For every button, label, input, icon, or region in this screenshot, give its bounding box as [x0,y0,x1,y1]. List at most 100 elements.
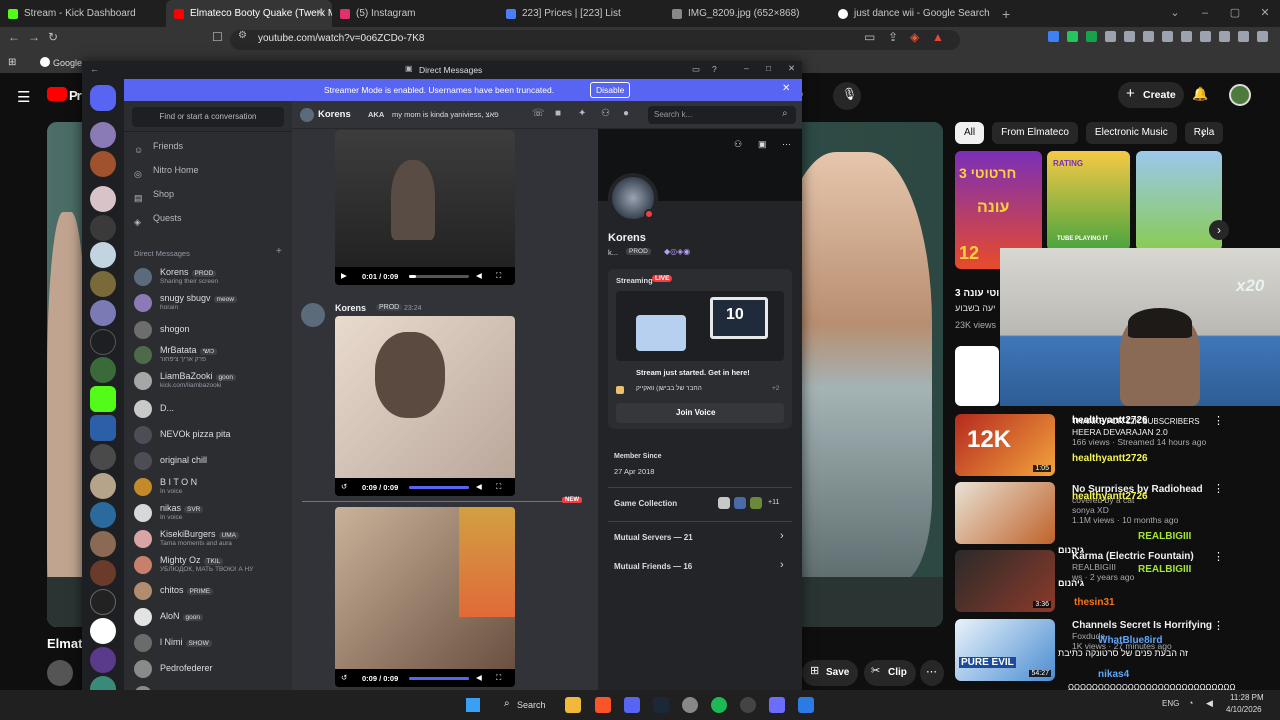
mutual-servers-row[interactable]: Mutual Servers — 21 › [608,526,792,548]
dm-row[interactable]: MrBatata כושי פרק אריך ציפחור [134,344,284,366]
video-attachment[interactable]: ↺ 0:09 / 0:09 ◀ ⛶ [335,316,515,496]
network-icon[interactable]: ◔ [1188,698,1193,708]
server-icon[interactable] [90,329,116,355]
play-icon[interactable]: ▶ [341,271,347,280]
browser-tab[interactable]: Stream - Kick Dashboard [0,0,166,27]
dm-row[interactable]: chitos PRIME [134,580,284,602]
dm-row[interactable]: original chill [134,450,284,472]
volume-icon[interactable]: ◀ [476,673,482,682]
browser-tab-active[interactable]: Elmateco Booty Quake (Twerk M ✕ [166,0,332,27]
app-icon[interactable] [769,697,785,713]
app-icon[interactable] [682,697,698,713]
dm-row[interactable]: AloN goon [134,606,284,628]
nav-shop[interactable]: ▤ Shop [134,188,174,203]
close-window-icon[interactable]: ✕ [1250,0,1280,27]
dm-row[interactable]: Korens PROD Sharing their screen [134,266,284,288]
server-icon[interactable] [90,415,116,441]
profile-icon[interactable]: ● [623,108,629,119]
fullscreen-icon[interactable]: ⛶ [496,482,501,492]
server-icon[interactable] [90,242,116,268]
rec-thumbnail[interactable]: PURE EVIL 54:27 [955,619,1055,681]
video-attachment[interactable]: ▶ 0:01 / 0:09 ◀ ⛶ [335,130,515,285]
server-icon[interactable] [90,300,116,326]
dm-row[interactable]: l Nimi SHOW [134,632,284,654]
rewards-icon[interactable]: ▲ [932,30,944,44]
extension-icon[interactable] [1124,31,1135,42]
clock-time[interactable]: 11:28 PM [1230,693,1264,702]
dm-row[interactable]: Pedrofederer [134,658,284,680]
app-icon[interactable] [798,697,814,713]
brave-icon[interactable] [595,697,611,713]
inbox-icon[interactable]: ▭ [692,64,700,75]
server-icon[interactable] [90,589,116,615]
youtube-logo-icon[interactable] [47,87,67,101]
chips-next-icon[interactable]: › [1201,127,1205,141]
minimize-icon[interactable]: – [1190,0,1220,27]
disable-button[interactable]: Disable [590,82,631,98]
dm-row[interactable]: LiamBaZooki goon kick.com/liambazooki [134,370,284,392]
dm-row[interactable]: D... [134,398,284,420]
replay-icon[interactable]: ↺ [341,673,347,682]
replay-icon[interactable]: ↺ [341,482,347,491]
avatar[interactable] [1229,84,1251,106]
close-tab-icon[interactable]: ✕ [316,8,324,19]
extension-icon[interactable] [1048,31,1059,42]
channel-name[interactable]: Elmat [47,636,82,651]
maximize-icon[interactable]: □ [766,63,771,73]
volume-icon[interactable]: ◀ [476,271,482,280]
dm-row[interactable]: NEVOk pizza pita [134,424,284,446]
steam-icon[interactable] [653,697,669,713]
server-icon[interactable] [90,502,116,528]
avatar[interactable] [301,303,325,327]
back-icon[interactable]: ← [90,64,99,74]
cast-icon[interactable]: ▭ [864,30,875,44]
server-icon[interactable] [90,271,116,297]
spotify-icon[interactable] [711,697,727,713]
browser-tab[interactable]: (5) Instagram [332,0,498,27]
server-icon[interactable] [90,357,116,383]
extension-icon[interactable] [1181,31,1192,42]
chat-search-input[interactable]: Search k... ⌕ [648,106,796,124]
rec-thumbnail[interactable] [955,346,999,406]
minimize-icon[interactable]: – [744,63,749,73]
fullscreen-icon[interactable]: ⛶ [496,673,501,683]
bookmark-icon[interactable]: ☐ [212,30,223,44]
close-icon[interactable]: ✕ [788,63,795,74]
nav-nitro[interactable]: ◎ Nitro Home [134,164,199,179]
kick-server-icon[interactable] [90,386,116,412]
chip-all[interactable]: All [955,122,985,144]
reload-icon[interactable]: ↻ [48,30,58,44]
dm-row[interactable]: nikas SVR In voice [134,502,284,524]
server-icon[interactable] [90,122,116,148]
channel-avatar[interactable] [47,660,73,686]
stream-preview[interactable]: 10 [616,291,784,361]
extension-icon[interactable] [1200,31,1211,42]
nav-quests[interactable]: ◈ Quests [134,212,182,227]
server-icon[interactable] [90,560,116,586]
rec-thumbnail[interactable]: 12K 1:05 [955,414,1055,476]
video-call-icon[interactable]: ■ [555,108,561,119]
discord-icon[interactable] [624,697,640,713]
brave-shield-icon[interactable]: ◈ [910,30,919,44]
dm-row[interactable]: KisekiBurgers UMA Tama moments and aura [134,528,284,550]
chip-from-channel[interactable]: From Elmateco [992,122,1078,144]
video-progress[interactable] [409,677,469,680]
close-banner-icon[interactable]: ✕ [782,83,790,94]
server-icon[interactable] [90,186,116,212]
extension-icon[interactable] [1162,31,1173,42]
save-button[interactable]: ⊞ Save [802,660,858,686]
find-conversation-input[interactable]: Find or start a conversation [132,107,284,127]
volume-icon[interactable]: ◀ [476,482,482,491]
tab-list-icon[interactable]: ⌄ [1160,0,1190,27]
browser-tab[interactable]: 223] Prices | [223] List [498,0,664,27]
extension-icon[interactable] [1086,31,1097,42]
server-icon[interactable] [90,647,116,673]
voice-search-button[interactable]: 🎙 [833,82,861,110]
extension-icon[interactable] [1143,31,1154,42]
nav-friends[interactable]: ☺ Friends [134,140,183,155]
volume-icon[interactable]: ◀ [1206,698,1213,709]
join-voice-button[interactable]: Join Voice [616,403,784,423]
extension-icon[interactable] [1105,31,1116,42]
site-info-icon[interactable]: ⚙ [238,30,247,41]
taskbar-search[interactable]: ⌕ Search [498,695,550,715]
